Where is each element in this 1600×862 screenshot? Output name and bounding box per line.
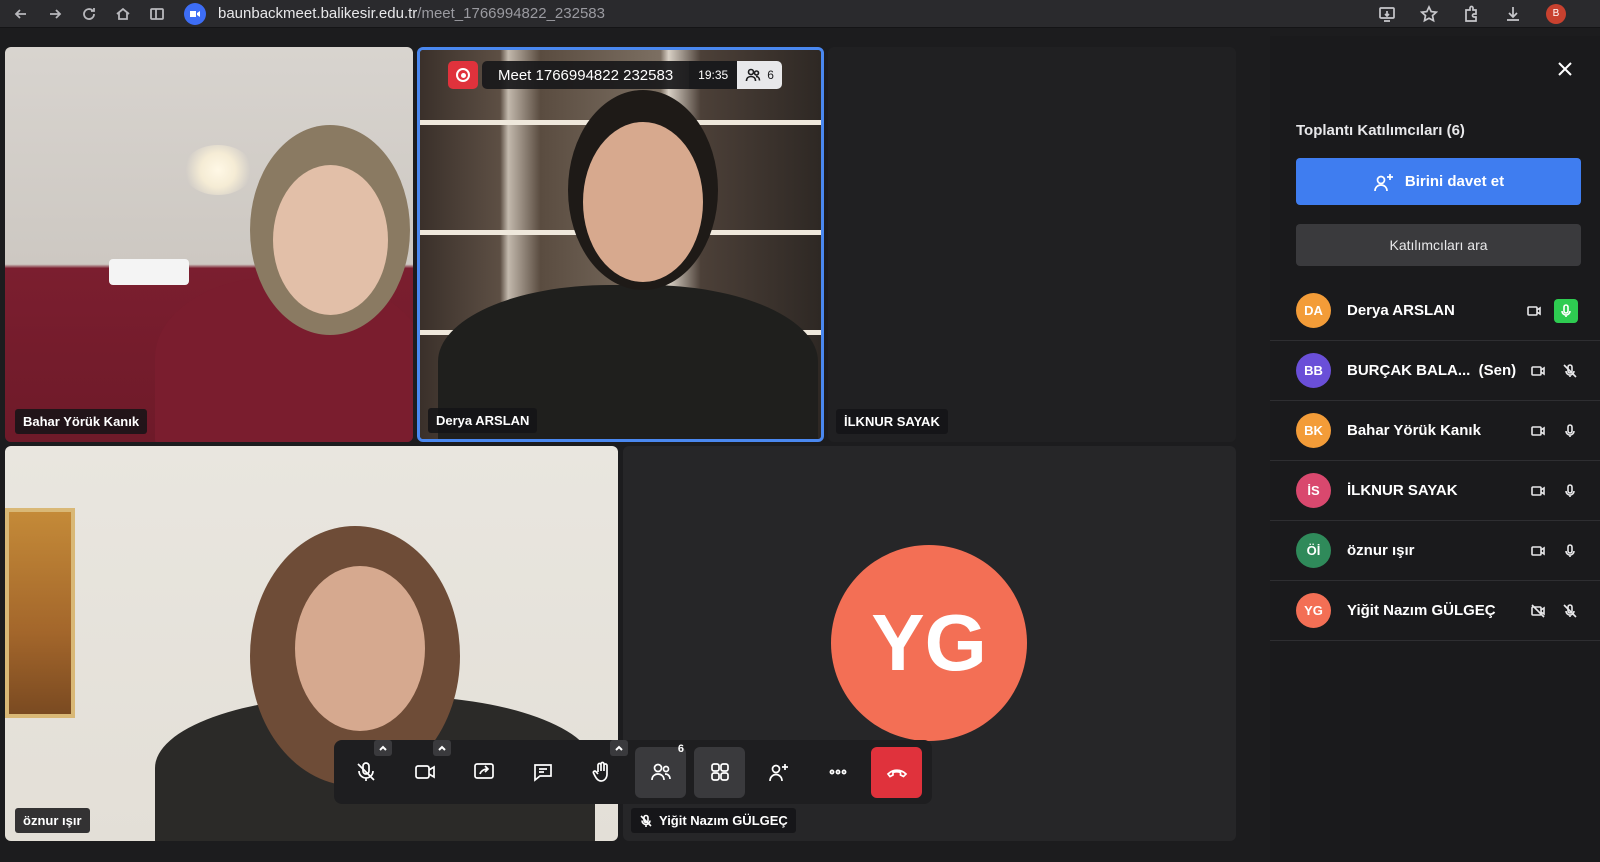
leave-call-button[interactable] xyxy=(871,746,922,798)
participant-name: Derya ARSLAN xyxy=(1347,302,1455,319)
home-icon[interactable] xyxy=(110,1,136,27)
reactions-caret[interactable] xyxy=(610,739,628,756)
invite-button[interactable]: Birini davet et xyxy=(1296,158,1581,205)
sidebar-toggle-icon[interactable] xyxy=(144,1,170,27)
video-stage: Bahar Yörük Kanık Meet 1766994822 232583… xyxy=(0,36,1270,862)
participant-name: BURÇAK BALA... (Sen) xyxy=(1347,362,1517,379)
list-item[interactable]: DA Derya ARSLAN xyxy=(1270,281,1600,341)
mic-off-icon xyxy=(1563,603,1577,618)
raise-hand-button[interactable] xyxy=(576,739,628,798)
bookmark-star-icon[interactable] xyxy=(1420,4,1438,23)
add-person-icon xyxy=(1374,173,1393,191)
mic-icon xyxy=(1565,483,1575,497)
list-item[interactable]: İS İLKNUR SAYAK xyxy=(1270,461,1600,521)
back-icon[interactable] xyxy=(8,1,34,27)
camera-icon xyxy=(414,765,435,779)
browser-toolbar: baunbackmeet.balikesir.edu.tr/meet_17669… xyxy=(0,0,1600,28)
participant-name-tag: Bahar Yörük Kanık xyxy=(15,409,148,434)
install-app-icon[interactable] xyxy=(1378,5,1396,23)
people-icon xyxy=(745,68,761,82)
video-tile-bahar[interactable]: Bahar Yörük Kanık xyxy=(5,47,413,442)
camera-options-caret[interactable] xyxy=(433,739,451,756)
video-tile-derya[interactable]: Meet 1766994822 232583 19:35 6 Derya ARS… xyxy=(417,47,824,442)
mic-off-icon xyxy=(640,814,652,827)
list-item[interactable]: YG Yiğit Nazım GÜLGEÇ xyxy=(1270,581,1600,641)
meeting-title: Meet 1766994822 232583 xyxy=(498,66,674,84)
camera-icon xyxy=(1531,365,1545,376)
more-icon xyxy=(829,769,846,775)
profile-avatar[interactable]: B xyxy=(1546,3,1566,24)
camera-icon xyxy=(1531,425,1545,436)
panel-title: Toplantı Katılımcıları (6) xyxy=(1296,122,1465,139)
address-bar[interactable]: baunbackmeet.balikesir.edu.tr/meet_17669… xyxy=(184,2,605,26)
avatar: DA xyxy=(1296,293,1331,328)
mic-active-indicator xyxy=(1554,298,1578,323)
avatar: İS xyxy=(1296,473,1331,508)
chat-button[interactable] xyxy=(517,747,568,798)
hand-icon xyxy=(592,761,608,782)
participant-name: Yiğit Nazım GÜLGEÇ xyxy=(1347,602,1496,619)
extensions-icon[interactable] xyxy=(1462,5,1480,23)
camera-button[interactable] xyxy=(399,739,451,798)
grid-layout-icon xyxy=(710,763,729,781)
participant-name-tag: Yiğit Nazım GÜLGEÇ xyxy=(631,808,796,833)
mute-button[interactable] xyxy=(340,739,392,798)
site-favicon-icon xyxy=(184,2,206,25)
add-person-icon xyxy=(768,764,788,782)
participant-list: DA Derya ARSLAN BB BURÇAK BALA... (Sen) … xyxy=(1270,281,1600,641)
participant-name-tag: Derya ARSLAN xyxy=(428,408,538,433)
video-tile-ilknur[interactable]: İLKNUR SAYAK xyxy=(828,47,1236,442)
chat-icon xyxy=(533,764,552,782)
mic-icon xyxy=(1561,303,1571,317)
camera-off-icon xyxy=(1531,603,1545,618)
participant-name: Bahar Yörük Kanık xyxy=(1347,422,1481,439)
meeting-info-bar: Meet 1766994822 232583 19:35 6 xyxy=(482,61,782,89)
video-feed xyxy=(5,47,413,442)
participant-name-tag: İLKNUR SAYAK xyxy=(836,409,948,434)
list-item[interactable]: BB BURÇAK BALA... (Sen) xyxy=(1270,341,1600,401)
avatar: BK xyxy=(1296,413,1331,448)
layout-button[interactable] xyxy=(694,746,745,798)
video-feed xyxy=(420,50,821,439)
more-options-button[interactable] xyxy=(812,747,863,798)
participant-avatar: YG xyxy=(831,545,1027,741)
recording-button[interactable] xyxy=(448,61,478,89)
meeting-timer: 19:35 xyxy=(689,61,738,89)
mic-options-caret[interactable] xyxy=(374,739,392,756)
url-path: /meet_1766994822_232583 xyxy=(417,5,605,22)
mic-icon xyxy=(1565,423,1575,437)
add-participant-button[interactable] xyxy=(753,747,804,798)
list-item[interactable]: BK Bahar Yörük Kanık xyxy=(1270,401,1600,461)
close-panel-button[interactable] xyxy=(1554,58,1576,80)
list-item[interactable]: Öİ öznur ışır xyxy=(1270,521,1600,581)
mic-off-icon xyxy=(356,762,375,781)
participants-button[interactable]: 6 xyxy=(635,743,686,798)
close-icon xyxy=(1558,62,1572,76)
camera-icon xyxy=(1527,305,1541,316)
participant-count-chip[interactable]: 6 xyxy=(737,61,782,89)
hang-up-icon xyxy=(886,769,907,778)
avatar: BB xyxy=(1296,353,1331,388)
mic-icon xyxy=(1565,543,1575,557)
screen-share-button[interactable] xyxy=(458,747,509,798)
participant-name: öznur ışır xyxy=(1347,542,1415,559)
forward-icon[interactable] xyxy=(42,1,68,27)
url-host: baunbackmeet.balikesir.edu.tr xyxy=(218,5,418,22)
reload-icon[interactable] xyxy=(76,1,102,27)
avatar: YG xyxy=(1296,593,1331,628)
record-icon xyxy=(456,68,470,82)
camera-icon xyxy=(1531,545,1545,556)
mic-off-icon xyxy=(1563,363,1577,378)
participant-name: İLKNUR SAYAK xyxy=(1347,482,1458,499)
call-toolbar: 6 xyxy=(334,739,932,804)
screen-share-icon xyxy=(473,763,494,779)
participants-panel: Toplantı Katılımcıları (6) Birini davet … xyxy=(1270,36,1600,862)
camera-icon xyxy=(1531,485,1545,496)
people-icon xyxy=(650,763,671,781)
download-icon[interactable] xyxy=(1504,5,1522,23)
search-participants-button[interactable]: Katılımcıları ara xyxy=(1296,224,1581,266)
participant-name-tag: öznur ışır xyxy=(15,808,90,833)
avatar: Öİ xyxy=(1296,533,1331,568)
participants-badge: 6 xyxy=(677,742,684,755)
